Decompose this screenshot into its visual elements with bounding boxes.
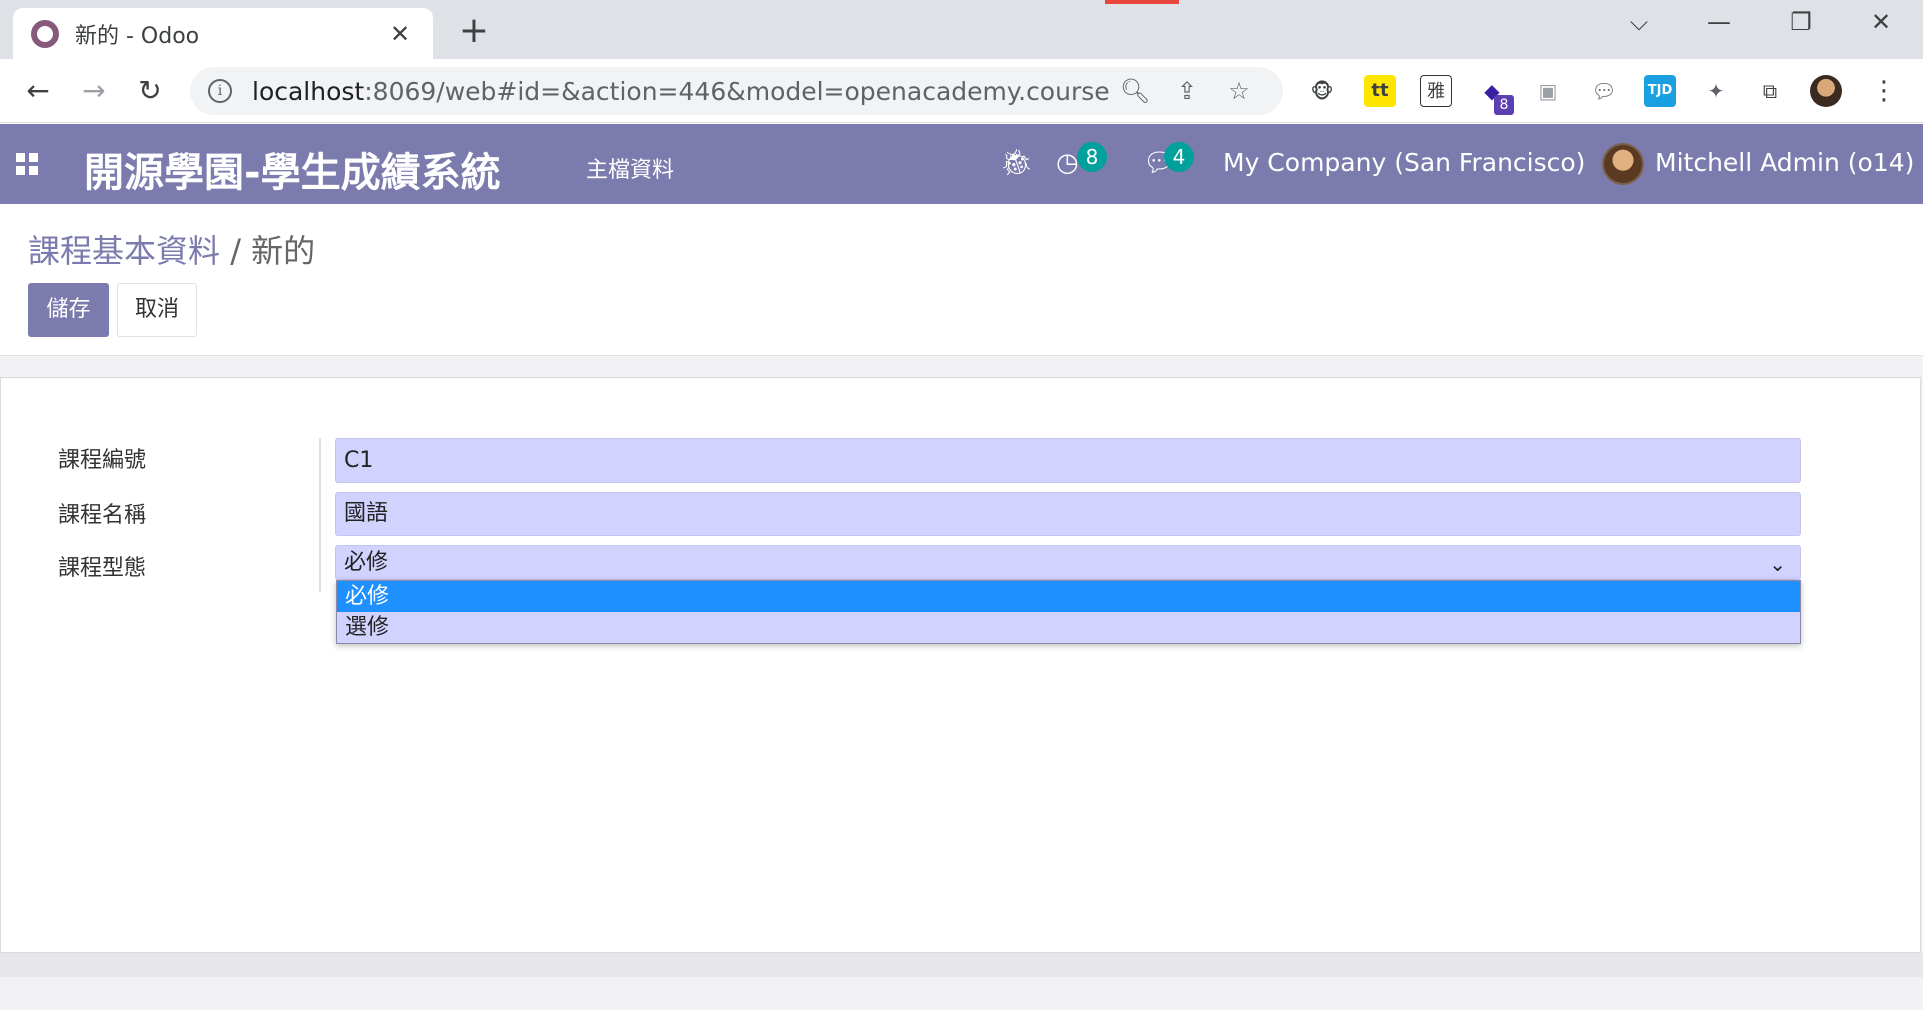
chevron-down-icon: ⌄	[1769, 552, 1786, 576]
course-type-select[interactable]: 必修 ⌄	[335, 545, 1801, 580]
sidepanel-icon[interactable]: ⧉	[1754, 75, 1786, 107]
course-type-dropdown: 必修 選修	[336, 580, 1801, 644]
activity-clock-icon[interactable]: ◷	[1056, 148, 1079, 178]
tab-search-icon[interactable]: ⌵	[1614, 8, 1664, 36]
bookmark-star-icon[interactable]: ☆	[1213, 77, 1265, 105]
course-name-input[interactable]: 國語	[335, 492, 1801, 536]
form-sheet-bottom	[0, 953, 1923, 977]
address-bar[interactable]: i localhost:8069/web#id=&action=446&mode…	[190, 67, 1283, 115]
tab-title: 新的 - Odoo	[75, 23, 200, 49]
label-divider	[319, 438, 321, 592]
menu-master-data[interactable]: 主檔資料	[586, 152, 674, 184]
url-text[interactable]: localhost:8069/web#id=&action=446&model=…	[252, 77, 1109, 106]
recording-indicator	[1105, 0, 1179, 4]
course-type-label: 課程型態	[58, 556, 147, 581]
extensions-puzzle-icon[interactable]: ✦	[1700, 75, 1732, 107]
reload-icon[interactable]: ↻	[130, 71, 170, 111]
browser-menu-icon[interactable]: ⋮	[1868, 75, 1900, 107]
save-button[interactable]: 儲存	[28, 283, 109, 337]
browser-tabstrip: 新的 - Odoo ✕ + ⌵ — ❐ ✕	[0, 0, 1923, 59]
tampermonkey-extension-icon[interactable]: 🐵	[1306, 75, 1338, 107]
tjd-extension-icon[interactable]: TJD	[1644, 75, 1676, 107]
browser-tab[interactable]: 新的 - Odoo ✕	[13, 8, 433, 59]
url-path: :8069/web#id=&action=446&model=openacade…	[364, 76, 1109, 106]
company-switcher[interactable]: My Company (San Francisco)	[1223, 148, 1585, 177]
user-menu[interactable]: Mitchell Admin (o14)	[1655, 148, 1914, 177]
user-avatar[interactable]	[1602, 143, 1644, 185]
breadcrumb: 課程基本資料 / 新的	[28, 226, 315, 272]
new-tab-button[interactable]: +	[454, 10, 494, 51]
message-count-badge: 4	[1164, 142, 1194, 172]
course-name-label: 課程名稱	[58, 503, 147, 528]
forward-icon[interactable]: →	[74, 71, 114, 111]
odoo-favicon-icon	[31, 19, 59, 48]
restore-icon[interactable]: ❐	[1776, 8, 1826, 36]
share-icon[interactable]: ⇪	[1161, 77, 1213, 105]
apps-menu-icon[interactable]	[16, 153, 38, 175]
option-required[interactable]: 必修	[337, 581, 1800, 612]
dictionary-extension-icon[interactable]: 雅	[1420, 75, 1452, 107]
scholar-extension-icon[interactable]: ◆ 8	[1476, 75, 1514, 115]
breadcrumb-parent[interactable]: 課程基本資料	[28, 232, 220, 270]
line-extension-icon[interactable]: 💬︎	[1588, 75, 1620, 107]
course-type-value: 必修	[344, 550, 389, 575]
course-code-label: 課程編號	[58, 448, 147, 473]
option-elective[interactable]: 選修	[337, 612, 1800, 643]
tab-close-icon[interactable]: ✕	[385, 20, 415, 48]
url-host: localhost	[252, 76, 365, 106]
site-info-icon[interactable]: i	[208, 79, 232, 103]
browser-toolbar: ← → ↻ i localhost:8069/web#id=&action=44…	[0, 59, 1923, 123]
photo-extension-icon[interactable]: ▣	[1532, 75, 1564, 107]
zoom-icon[interactable]: 🔍︎	[1109, 77, 1161, 105]
odoo-navbar: 開源學園-學生成績系統 主檔資料 🐞︎ ◷ 8 💬︎ 4 My Company …	[0, 124, 1923, 204]
course-code-input[interactable]: C1	[335, 438, 1801, 483]
breadcrumb-current: 新的	[251, 232, 316, 270]
close-window-icon[interactable]: ✕	[1856, 8, 1906, 36]
back-icon[interactable]: ←	[18, 71, 58, 111]
extension-badge: 8	[1494, 95, 1514, 115]
cancel-button[interactable]: 取消	[117, 283, 197, 337]
breadcrumb-separator: /	[230, 232, 241, 270]
app-brand[interactable]: 開源學園-學生成績系統	[84, 140, 501, 198]
debug-bug-icon[interactable]: 🐞︎	[1000, 148, 1033, 178]
minimize-icon[interactable]: —	[1694, 8, 1744, 36]
activity-count-badge: 8	[1077, 142, 1107, 172]
profile-avatar-icon[interactable]	[1810, 75, 1842, 107]
tt-extension-icon[interactable]: tt	[1364, 75, 1396, 107]
